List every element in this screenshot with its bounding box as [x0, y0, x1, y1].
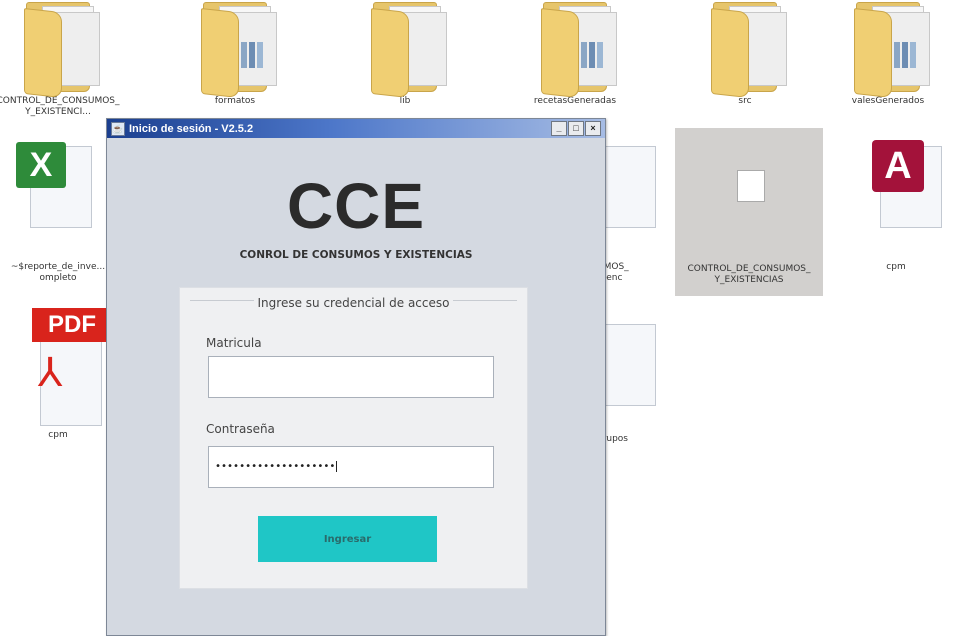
desktop-icon-label: recetasGeneradas — [533, 96, 617, 106]
desktop-icon-src-folder[interactable]: src — [675, 2, 815, 107]
maximize-button[interactable]: □ — [568, 121, 584, 136]
credentials-panel: Ingrese su credencial de acceso Matricul… — [179, 287, 528, 589]
login-window: ☕ Inicio de sesión - V2.5.2 _ □ × CCE CO… — [106, 118, 606, 636]
desktop-icon-lib-folder[interactable]: lib — [335, 2, 475, 107]
desktop-icon-label: cpm — [886, 262, 906, 272]
folder-icon — [12, 2, 104, 98]
folder-icon — [529, 2, 621, 98]
minimize-button[interactable]: _ — [551, 121, 567, 136]
desktop-icon-label: CONTROL_DE_CONSUMOS_ Y_EXISTENCI... — [0, 96, 120, 117]
password-dots: •••••••••••••••••••• — [215, 461, 336, 472]
app-logo: CCE — [286, 170, 426, 242]
access-file-icon: A — [850, 140, 942, 232]
app-subtitle: CONROL DE CONSUMOS Y EXISTENCIAS — [239, 249, 473, 261]
matricula-label: Matricula — [206, 336, 262, 350]
folder-icon — [189, 2, 281, 98]
fieldset-legend: Ingrese su credencial de acceso — [180, 292, 527, 311]
file-icon — [737, 170, 765, 202]
desktop-icon-access-cpm[interactable]: A cpm — [826, 140, 958, 273]
matricula-input[interactable] — [208, 356, 494, 398]
desktop-icon-control-folder[interactable]: CONTROL_DE_CONSUMOS_ Y_EXISTENCI... — [0, 2, 128, 118]
password-input[interactable]: •••••••••••••••••••• — [208, 446, 494, 488]
text-caret — [336, 461, 338, 472]
java-app-icon: ☕ — [111, 121, 125, 136]
ingresar-button[interactable]: Ingresar — [258, 516, 437, 562]
folder-icon — [359, 2, 451, 98]
window-titlebar[interactable]: ☕ Inicio de sesión - V2.5.2 _ □ × — [107, 119, 605, 138]
desktop-icon-label: src — [738, 96, 752, 106]
password-label: Contraseña — [206, 422, 275, 436]
pdf-file-icon: PDF ⅄ — [12, 308, 112, 428]
folder-icon — [842, 2, 934, 98]
desktop-icon-label: CONTROL_DE_CONSUMOS_ Y_EXISTENCIAS — [687, 264, 811, 285]
desktop-icon-formatos-folder[interactable]: formatos — [165, 2, 305, 107]
folder-icon — [699, 2, 791, 98]
desktop-icon-vales-folder[interactable]: valesGenerados — [818, 2, 958, 107]
desktop-icon-control-file-selected[interactable]: CONTROL_DE_CONSUMOS_ Y_EXISTENCIAS — [675, 128, 823, 296]
close-button[interactable]: × — [585, 121, 601, 136]
desktop-icon-label: formatos — [214, 96, 256, 106]
desktop-icon-label: lib — [399, 96, 411, 106]
desktop-icon-label: valesGenerados — [851, 96, 925, 106]
window-title: Inicio de sesión - V2.5.2 — [129, 122, 254, 135]
desktop-icon-recetas-folder[interactable]: recetasGeneradas — [505, 2, 645, 107]
excel-file-icon: X — [12, 140, 104, 232]
